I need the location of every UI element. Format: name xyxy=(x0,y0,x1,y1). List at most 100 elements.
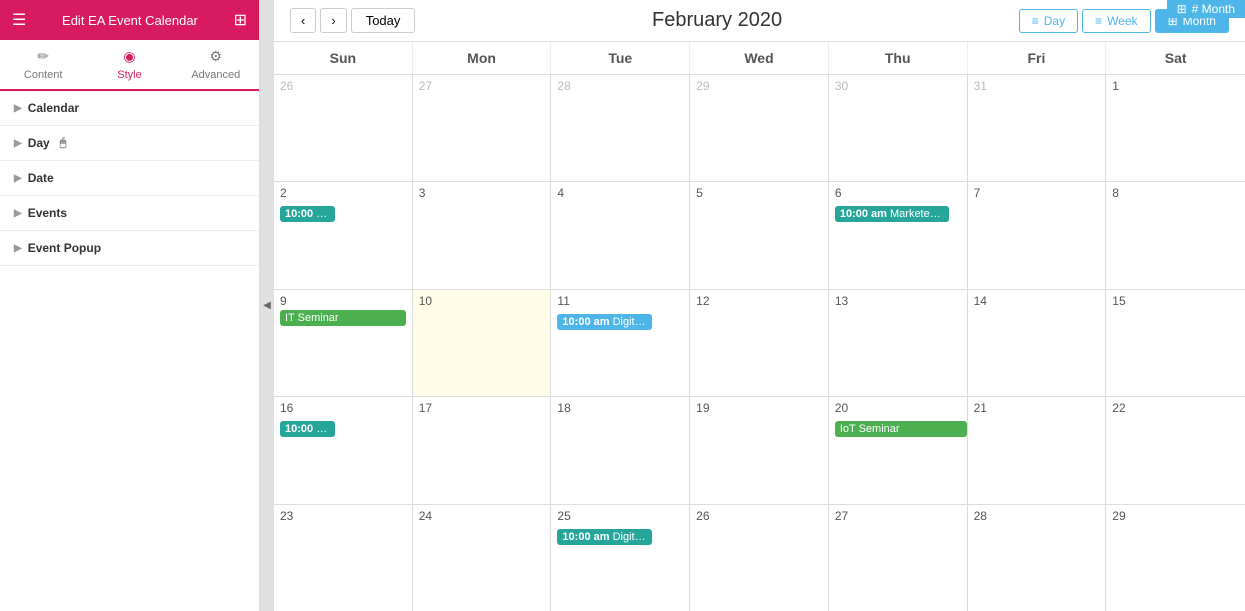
calendar-grid: Sun Mon Tue Wed Thu Fri Sat 26 27 28 29 … xyxy=(274,42,1245,611)
cell-feb16[interactable]: 16 10:00 am Content Marketers Conference xyxy=(274,397,413,503)
cell-feb8[interactable]: 8 xyxy=(1106,182,1245,288)
cell-feb22[interactable]: 22 xyxy=(1106,397,1245,503)
cell-jan28[interactable]: 28 xyxy=(551,75,690,181)
cell-feb5[interactable]: 5 xyxy=(690,182,829,288)
section-events-label: Events xyxy=(28,206,67,220)
week-view-button[interactable]: ≡ Week xyxy=(1082,9,1150,33)
cell-jan26[interactable]: 26 xyxy=(274,75,413,181)
section-calendar: ▶ Calendar xyxy=(0,91,259,126)
event-top-marketers-conference[interactable]: 10:00 am Top Marketers Conference xyxy=(280,206,335,222)
section-date-label: Date xyxy=(28,171,54,185)
calendar-navigation: ‹ › Today xyxy=(290,8,415,33)
sidebar-collapse-handle[interactable]: ◀ xyxy=(260,0,274,611)
section-calendar-header[interactable]: ▶ Calendar xyxy=(0,91,259,125)
cell-feb25[interactable]: 25 10:00 am Digital Trend Seminar xyxy=(551,505,690,611)
tab-content[interactable]: ✏ Content xyxy=(0,40,86,89)
section-event-popup-header[interactable]: ▶ Event Popup xyxy=(0,231,259,265)
section-date: ▶ Date xyxy=(0,161,259,196)
cell-feb29[interactable]: 29 xyxy=(1106,505,1245,611)
section-events-arrow: ▶ xyxy=(14,208,22,219)
cell-feb21[interactable]: 21 xyxy=(968,397,1107,503)
cell-feb18[interactable]: 18 xyxy=(551,397,690,503)
sidebar-title: Edit EA Event Calendar xyxy=(26,13,233,28)
cell-feb12[interactable]: 12 xyxy=(690,290,829,396)
cell-feb13[interactable]: 13 xyxy=(829,290,968,396)
style-icon: ◉ xyxy=(123,48,135,65)
cell-feb23[interactable]: 23 xyxy=(274,505,413,611)
section-events-header[interactable]: ▶ Events xyxy=(0,196,259,230)
section-day-label: Day xyxy=(28,136,50,150)
day-view-label: Day xyxy=(1044,14,1065,28)
calendar-weeks: 26 27 28 29 30 31 1 2 10:00 am Top Marke… xyxy=(274,75,1245,611)
event-digital-trend-seminar[interactable]: 10:00 am Digital Trend Seminar xyxy=(557,529,651,545)
cell-feb19[interactable]: 19 xyxy=(690,397,829,503)
header-fri: Fri xyxy=(968,42,1107,74)
event-digital-marketers-conference[interactable]: 10:00 am Digital Marketers Conference xyxy=(557,314,651,330)
day-view-button[interactable]: ≡ Day xyxy=(1019,9,1078,33)
cell-feb1[interactable]: 1 xyxy=(1106,75,1245,181)
advanced-icon: ⚙ xyxy=(210,48,223,65)
header-sun: Sun xyxy=(274,42,413,74)
event-marketers-seminar[interactable]: 10:00 am Marketers Seminar xyxy=(835,206,949,222)
week-view-icon: ≡ xyxy=(1095,14,1102,28)
cell-feb27[interactable]: 27 xyxy=(829,505,968,611)
cell-feb11[interactable]: 11 10:00 am Digital Marketers Conference xyxy=(551,290,690,396)
week-row-4: 16 10:00 am Content Marketers Conference… xyxy=(274,397,1245,504)
header-thu: Thu xyxy=(829,42,968,74)
week-row-5: 23 24 25 10:00 am Digital Trend Seminar … xyxy=(274,505,1245,611)
calendar-title: February 2020 xyxy=(652,9,782,32)
cell-jan27[interactable]: 27 xyxy=(413,75,552,181)
day-view-icon: ≡ xyxy=(1032,14,1039,28)
today-button[interactable]: Today xyxy=(351,8,416,33)
grid-icon[interactable]: ⊞ xyxy=(234,10,247,30)
tab-advanced[interactable]: ⚙ Advanced xyxy=(173,40,259,89)
event-iot-seminar[interactable]: IoT Seminar xyxy=(835,421,967,437)
section-events: ▶ Events xyxy=(0,196,259,231)
cell-feb10[interactable]: 10 xyxy=(413,290,552,396)
event-content-marketers-conference[interactable]: 10:00 am Content Marketers Conference xyxy=(280,421,335,437)
cell-feb9[interactable]: 9 IT Seminar xyxy=(274,290,413,396)
cell-feb26[interactable]: 26 xyxy=(690,505,829,611)
week-row-2: 2 10:00 am Top Marketers Conference 3 4 … xyxy=(274,182,1245,289)
prev-month-button[interactable]: ‹ xyxy=(290,8,316,33)
cell-jan29[interactable]: 29 xyxy=(690,75,829,181)
event-it-seminar[interactable]: IT Seminar xyxy=(280,310,406,326)
section-event-popup: ▶ Event Popup xyxy=(0,231,259,266)
main-content: ⊞ # Month ‹ › Today February 2020 ≡ Day … xyxy=(274,0,1245,611)
month-badge-label: # Month xyxy=(1192,2,1235,16)
month-badge: ⊞ # Month xyxy=(1167,0,1245,18)
tab-style-label: Style xyxy=(117,69,141,81)
cell-feb20[interactable]: 20 IoT Seminar xyxy=(829,397,968,503)
section-event-popup-label: Event Popup xyxy=(28,241,101,255)
header-wed: Wed xyxy=(690,42,829,74)
cell-feb28[interactable]: 28 xyxy=(968,505,1107,611)
tab-style[interactable]: ◉ Style xyxy=(86,40,172,91)
cell-feb14[interactable]: 14 xyxy=(968,290,1107,396)
cell-feb2[interactable]: 2 10:00 am Top Marketers Conference xyxy=(274,182,413,288)
section-day: ▶ Day 🖱 xyxy=(0,126,259,161)
header-mon: Mon xyxy=(413,42,552,74)
section-day-header[interactable]: ▶ Day 🖱 xyxy=(0,126,259,160)
hamburger-icon[interactable]: ☰ xyxy=(12,10,26,30)
section-calendar-arrow: ▶ xyxy=(14,103,22,114)
header-tue: Tue xyxy=(551,42,690,74)
sidebar-tabs: ✏ Content ◉ Style ⚙ Advanced xyxy=(0,40,259,91)
cell-feb4[interactable]: 4 xyxy=(551,182,690,288)
cell-feb17[interactable]: 17 xyxy=(413,397,552,503)
cell-jan30[interactable]: 30 xyxy=(829,75,968,181)
section-date-header[interactable]: ▶ Date xyxy=(0,161,259,195)
next-month-button[interactable]: › xyxy=(320,8,346,33)
cell-feb24[interactable]: 24 xyxy=(413,505,552,611)
cell-feb6[interactable]: 6 10:00 am Marketers Seminar xyxy=(829,182,968,288)
calendar-header: ‹ › Today February 2020 ≡ Day ≡ Week ⊞ M… xyxy=(274,0,1245,42)
section-date-arrow: ▶ xyxy=(14,173,22,184)
week-row-1: 26 27 28 29 30 31 1 xyxy=(274,75,1245,182)
cell-feb3[interactable]: 3 xyxy=(413,182,552,288)
cursor-hint: 🖱 xyxy=(60,137,67,150)
sidebar: ☰ Edit EA Event Calendar ⊞ ✏ Content ◉ S… xyxy=(0,0,260,611)
sidebar-header: ☰ Edit EA Event Calendar ⊞ xyxy=(0,0,259,40)
cell-jan31[interactable]: 31 xyxy=(968,75,1107,181)
cell-feb7[interactable]: 7 xyxy=(968,182,1107,288)
tab-content-label: Content xyxy=(24,69,63,81)
cell-feb15[interactable]: 15 xyxy=(1106,290,1245,396)
